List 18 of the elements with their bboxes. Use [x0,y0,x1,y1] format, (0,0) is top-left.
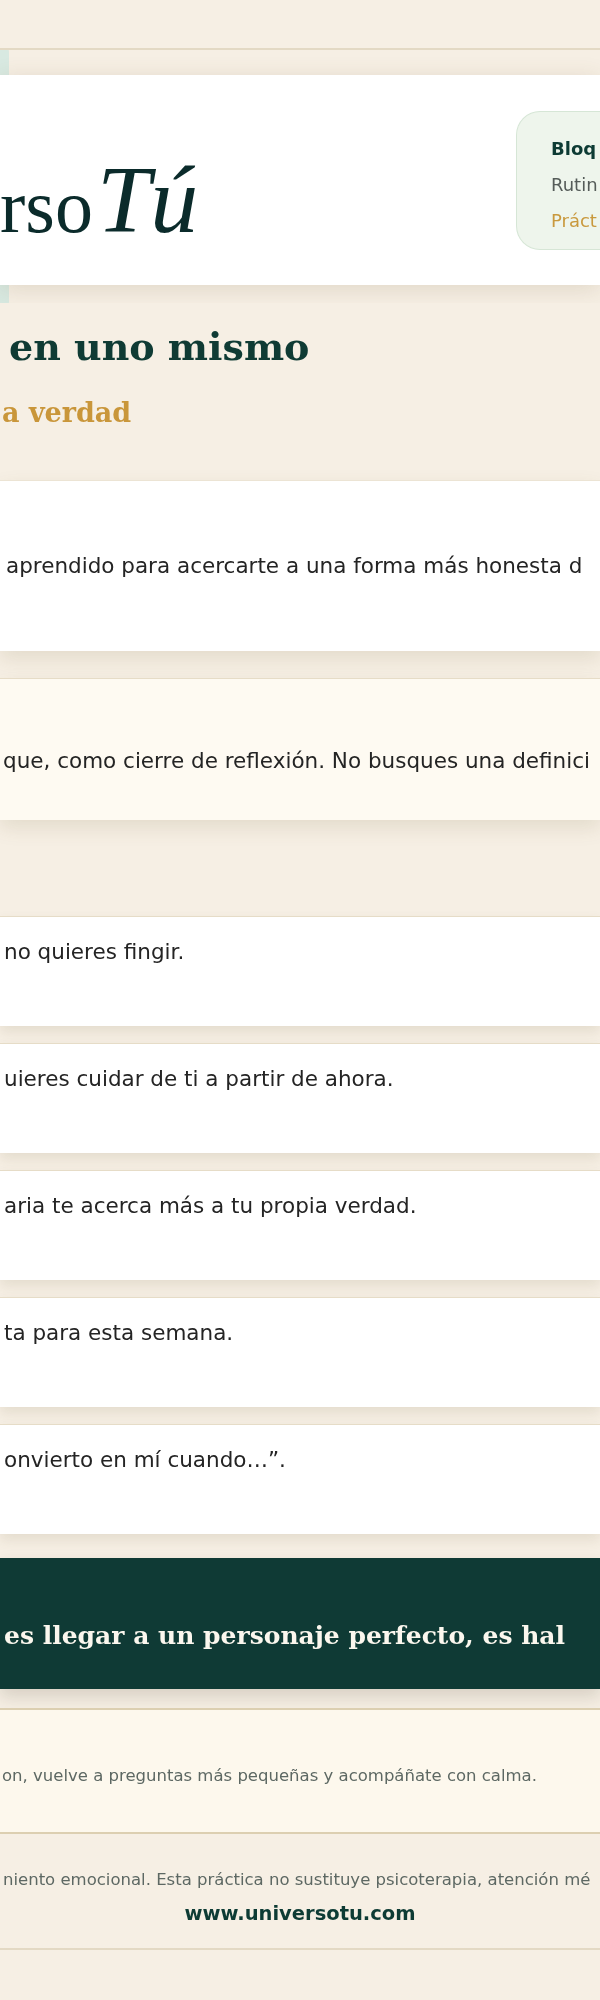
logo-script-text: Tú [96,152,199,248]
prompt-text: no quieres fingir. [3,938,186,966]
badge-title: Bloq [551,136,598,161]
logo-serif-text: rso [0,168,93,244]
page-title: en uno mismo [8,324,310,370]
badge-subtitle: Rutin [551,172,599,197]
page-subtitle: a verdad [1,397,132,429]
prompt-text: uieres cuidar de ti a partir de ahora. [3,1065,395,1093]
disclaimer-text: niento emocional. Esta práctica no sustituye psicoterapia, atención mé [2,1869,592,1891]
instruction-text: que, como cierre de reflexión. No busques una definici [2,747,591,775]
note-text: on, vuelve a preguntas más pequeñas y acompáñate con calma. [1,1765,538,1787]
quote-text: es llegar a un personaje perfecto, es hal [3,1621,567,1651]
prompt-text: ta para esta semana. [3,1319,235,1347]
website-link[interactable]: www.universotu.com [184,1900,416,1928]
badge-note: Práct [551,208,598,233]
intro-text: aprendido para acercarte a una forma más honesta d [5,552,584,580]
prompt-text: onvierto en mí cuando…”. [3,1446,287,1474]
prompt-text: aria te acerca más a tu propia verdad. [3,1192,418,1220]
